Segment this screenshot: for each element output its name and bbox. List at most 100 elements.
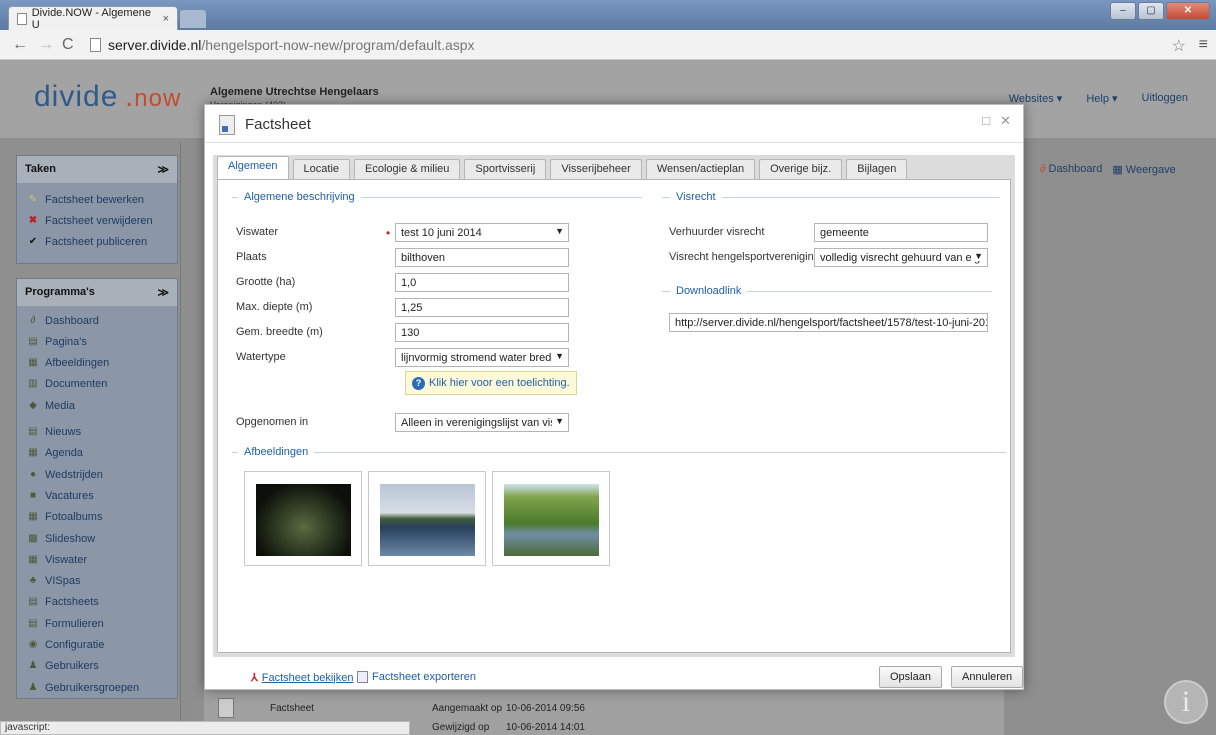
maximize-icon[interactable]: ▢ [1138,2,1164,20]
pencil-icon: ✎ [28,193,38,205]
sidebar-item[interactable]: ▤ Formulieren [17,613,177,634]
sidebar-item[interactable]: ▦ Viswater [17,549,177,570]
opgenomen-label: Opgenomen in [236,416,309,428]
tab-overige[interactable]: Overige bijz. [759,159,843,179]
bookmark-star-icon[interactable]: ☆ [1172,36,1186,56]
export-factsheet-link[interactable]: Factsheet exporteren [357,671,476,683]
breedte-input[interactable]: 130 [395,323,569,342]
collapse-icon[interactable]: ≫ [157,163,169,176]
watertype-select[interactable]: lijnvormig stromend water brede ▼ [395,348,569,367]
close-tab-icon[interactable]: × [163,13,169,25]
sidebar-item-label: Documenten [45,378,108,391]
section-divider [232,452,1006,453]
maximize-icon[interactable]: □ [982,113,990,129]
sidebar-item[interactable]: ▦ Fotoalbums [17,507,177,528]
diepte-input[interactable]: 1,25 [395,298,569,317]
cancel-button[interactable]: Annuleren [951,666,1024,688]
tab-sportvisserij[interactable]: Sportvisserij [464,159,547,179]
sidebar-scrollbar[interactable] [180,142,192,732]
sidebar-item[interactable]: ▦ Afbeeldingen [17,352,177,373]
grootte-input[interactable]: 1,0 [395,273,569,292]
minimize-icon[interactable]: – [1110,2,1136,20]
info-icon[interactable]: i [1164,680,1208,724]
view-factsheet-link[interactable]: ⅄ Factsheet bekijken [251,671,353,685]
sidebar-item[interactable]: ♟ Gebruikers [17,656,177,677]
visrecht-value: volledig visrecht gehuurd van eig [820,252,981,264]
tab-wensen[interactable]: Wensen/actieplan [645,159,756,179]
factsheet-icon [219,115,235,135]
sidebar-item[interactable]: ◉ Configuratie [17,634,177,655]
task-publish[interactable]: ✔ Factsheet publiceren [17,232,177,253]
sidebar-item-label: Slideshow [45,532,96,545]
sidebar-item[interactable]: ∂ Dashboard [17,310,177,331]
verhuurder-input[interactable]: gemeente [814,223,988,242]
tab-ecologie[interactable]: Ecologie & milieu [354,159,461,179]
reload-icon[interactable]: C [62,36,74,54]
nav-logout[interactable]: Uitloggen [1142,92,1188,105]
section-download-title: Downloadlink [670,285,748,297]
image-angler [256,484,351,556]
grid-icon: ▦ [1112,164,1123,176]
briefcase-icon: ■ [29,489,37,501]
browser-tab[interactable]: Divide.NOW - Algemene U × [8,6,178,31]
image-thumbnail[interactable] [244,471,362,566]
sidebar-item[interactable]: ▦ Agenda [17,443,177,464]
task-edit[interactable]: ✎ Factsheet bewerken [17,189,177,210]
sidebar-item-label: Viswater [45,553,87,566]
sidebar-item[interactable]: ▤ Pagina's [17,331,177,352]
dialog-controls: □ ✕ [982,113,1011,129]
save-button[interactable]: Opslaan [879,666,942,688]
sidebar-item[interactable]: ■ Vacatures [17,485,177,506]
tab-title: Divide.NOW - Algemene U [31,6,151,31]
tab-locatie[interactable]: Locatie [292,159,351,179]
image-thumbnail[interactable] [368,471,486,566]
watertype-value: lijnvormig stromend water brede [401,352,558,364]
org-name: Algemene Utrechtse Hengelaars [210,86,379,98]
taken-header[interactable]: Taken ≫ [17,156,177,183]
visrecht-select[interactable]: volledig visrecht gehuurd van eig ▼ [814,248,988,267]
back-icon[interactable]: ← [12,36,28,54]
sidebar-item[interactable]: ♣ VISpas [17,570,177,591]
help-hint[interactable]: ? Klik hier voor een toelichting. [405,371,577,395]
task-delete[interactable]: ✖ Factsheet verwijderen [17,210,177,231]
nav-help[interactable]: Help ▾ [1086,92,1117,105]
trophy-icon: ● [29,468,37,480]
opgenomen-value: Alleen in verenigingslijst van visw [401,417,564,429]
close-window-icon[interactable]: ✕ [1166,2,1210,20]
tab-visserijbeheer[interactable]: Visserijbeheer [550,159,642,179]
url-field[interactable]: server.divide.nl/hengelsport-now-new/pro… [88,35,1178,55]
image-thumbnail[interactable] [492,471,610,566]
tab-algemeen[interactable]: Algemeen [217,156,289,179]
sidebar-item[interactable]: ▩ Slideshow [17,528,177,549]
window-controls: – ▢ ✕ [1110,2,1210,20]
sidebar-item[interactable]: ♟ Gebruikersgroepen [17,677,177,698]
info-type: Factsheet [270,703,314,714]
tab-bijlagen[interactable]: Bijlagen [846,159,908,179]
plaats-input[interactable]: bilthoven [395,248,569,267]
image-trees [504,484,599,556]
view-link[interactable]: ▦ Weergave [1112,163,1175,176]
pdf-icon: ⅄ [251,672,258,684]
sidebar-item[interactable]: ▤ Factsheets [17,592,177,613]
dashboard-icon: ∂ [30,314,36,326]
task-label: Factsheet publiceren [45,236,148,249]
programmas-header[interactable]: Programma's ≫ [17,278,177,306]
menu-icon[interactable]: ≡ [1199,36,1208,54]
sidebar-item[interactable]: ▥ Documenten [17,374,177,395]
collapse-icon[interactable]: ≫ [157,286,169,299]
sidebar-item-label: Afbeeldingen [45,357,110,370]
close-icon[interactable]: ✕ [1000,113,1011,129]
viswater-select[interactable]: test 10 juni 2014 ▼ [395,223,569,242]
logo[interactable]: divide .now [34,80,181,114]
check-icon: ✔ [28,236,38,248]
form-icon: ▤ [28,617,38,629]
sidebar-item[interactable]: ▤ Nieuws [17,421,177,442]
media-icon: ◆ [29,399,37,411]
sidebar-item[interactable]: ◆ Media [17,395,177,416]
new-tab-button[interactable] [180,10,206,28]
download-link-input[interactable]: http://server.divide.nl/hengelsport/fact… [669,313,988,332]
opgenomen-select[interactable]: Alleen in verenigingslijst van visw ▼ [395,413,569,432]
forward-icon[interactable]: → [38,36,54,54]
sidebar-item[interactable]: ● Wedstrijden [17,464,177,485]
dashboard-link[interactable]: ∂ Dashboard [1040,163,1102,176]
